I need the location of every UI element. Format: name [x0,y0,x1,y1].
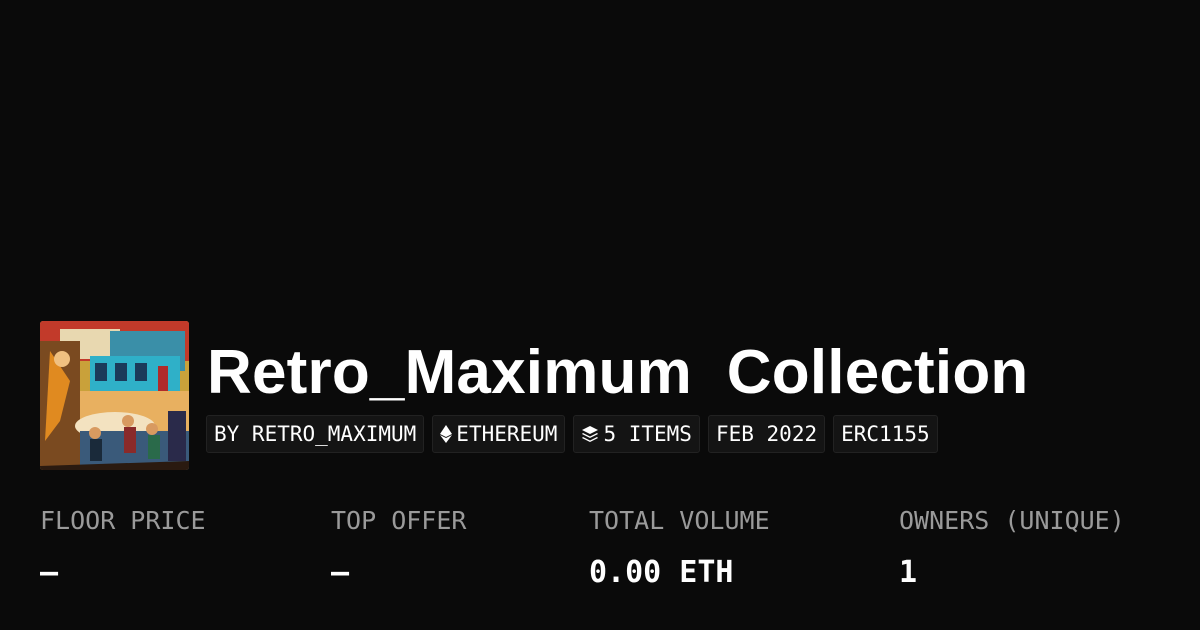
chain-tag[interactable]: ETHEREUM [432,415,566,453]
floor-price-value: – [40,555,59,590]
layers-icon [581,425,599,443]
date-tag: FEB 2022 [707,415,826,453]
owners-stat: OWNERS (UNIQUE) 1 [899,504,1125,593]
date-label: FEB 2022 [715,422,818,446]
top-offer-stat: TOP OFFER – [331,504,466,593]
collection-stats: FLOOR PRICE – TOP OFFER – TOTAL VOLUME 0… [0,504,1200,604]
total-volume-stat: TOTAL VOLUME 0.00 ETH [589,504,770,593]
top-offer-value: – [331,555,350,590]
floor-price-stat: FLOOR PRICE – [40,504,206,593]
collection-avatar [40,321,189,470]
items-label: 5 ITEMS [603,422,692,446]
total-volume-value: 0.00 ETH [589,555,734,590]
standard-tag: ERC1155 [833,415,938,453]
floor-price-label: FLOOR PRICE [40,506,206,535]
chain-label: ETHEREUM [456,422,558,446]
top-offer-label: TOP OFFER [331,506,467,535]
creator-label: BY RETRO_MAXIMUM [214,422,417,446]
ethereum-icon [440,425,453,443]
collection-tags: BY RETRO_MAXIMUM ETHEREUM 5 ITEMS FEB 20… [206,415,938,453]
items-tag: 5 ITEMS [573,415,700,453]
collection-artwork-image [40,321,189,470]
total-volume-label: TOTAL VOLUME [589,506,770,535]
creator-tag[interactable]: BY RETRO_MAXIMUM [206,415,425,453]
standard-label: ERC1155 [841,422,930,446]
owners-value: 1 [899,555,918,590]
collection-title: Retro_Maximum Collection [207,338,1029,407]
owners-label: OWNERS (UNIQUE) [899,506,1125,535]
